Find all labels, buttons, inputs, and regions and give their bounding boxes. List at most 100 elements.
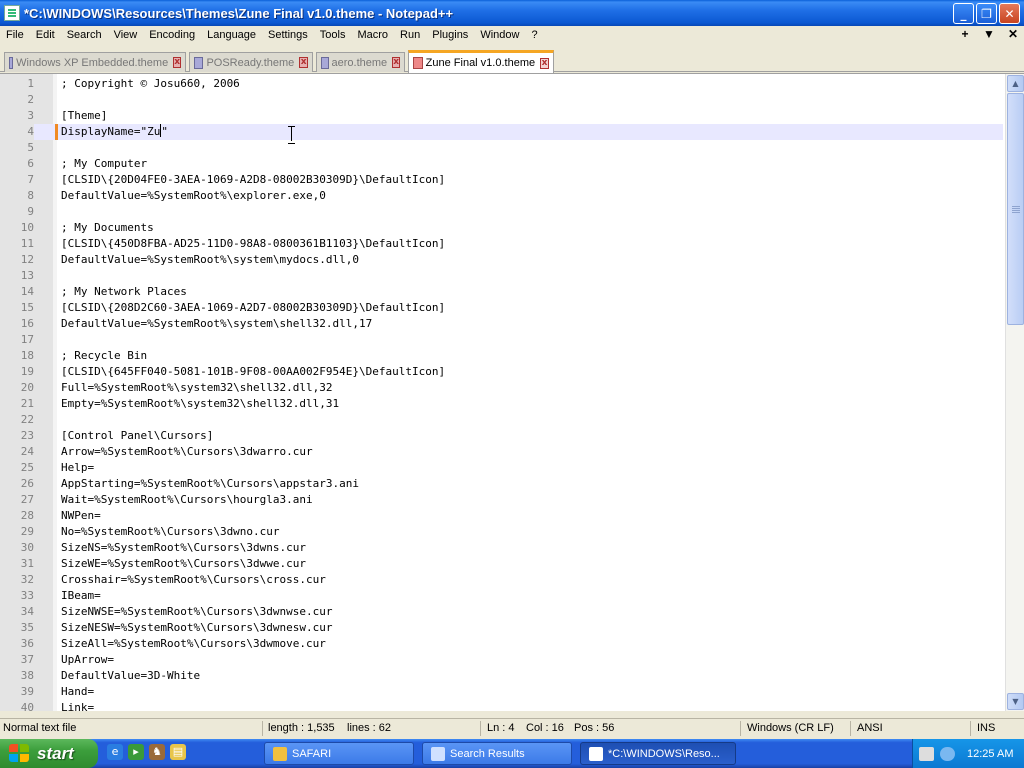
editor-line[interactable]: 27 Wait=%SystemRoot%\Cursors\hourgla3.ani	[0, 492, 1003, 508]
clock[interactable]: 12:25 AM	[967, 748, 1013, 760]
editor-line[interactable]: 21 Empty=%SystemRoot%\system32\shell32.dl…	[0, 396, 1003, 412]
taskbar-button-safari[interactable]: SAFARI	[264, 742, 414, 765]
menu-settings[interactable]: Settings	[262, 29, 314, 41]
tab-list-button[interactable]: ▼	[982, 27, 996, 41]
notepadpp-icon[interactable]	[4, 5, 20, 21]
editor-line[interactable]: 14 ; My Network Places	[0, 284, 1003, 300]
close-doc-button[interactable]: ✕	[1006, 27, 1020, 41]
editor-line[interactable]: 9	[0, 204, 1003, 220]
editor-line[interactable]: 36 SizeAll=%SystemRoot%\Cursors\3dwmove.c…	[0, 636, 1003, 652]
tab-close-icon[interactable]: x	[299, 57, 308, 68]
editor-line[interactable]: 37 UpArrow=	[0, 652, 1003, 668]
editor-line[interactable]: 25 Help=	[0, 460, 1003, 476]
menu-tools[interactable]: Tools	[314, 29, 352, 41]
editor-line[interactable]: 20 Full=%SystemRoot%\system32\shell32.dll…	[0, 380, 1003, 396]
editor-line[interactable]: 28 NWPen=	[0, 508, 1003, 524]
editor-line[interactable]: 38 DefaultValue=3D-White	[0, 668, 1003, 684]
editor-line[interactable]: 7 [CLSID\{20D04FE0-3AEA-1069-A2D8-08002B3…	[0, 172, 1003, 188]
tab-aero[interactable]: aero.theme x	[316, 52, 405, 72]
taskbar-button-search-results[interactable]: Search Results	[422, 742, 572, 765]
line-text: ; My Network Places	[61, 285, 187, 298]
tab-close-icon[interactable]: x	[540, 57, 549, 69]
status-encoding[interactable]: ANSI	[857, 722, 883, 734]
menu-run[interactable]: Run	[394, 29, 426, 41]
start-button[interactable]: start	[0, 739, 98, 768]
editor-line[interactable]: 24 Arrow=%SystemRoot%\Cursors\3dwarro.cur	[0, 444, 1003, 460]
tab-close-icon[interactable]: x	[173, 57, 181, 68]
editor-line[interactable]: 4 DisplayName="Zu"	[0, 124, 1003, 140]
line-number: 18	[20, 349, 34, 362]
editor-line[interactable]: 17	[0, 332, 1003, 348]
editor-line[interactable]: 13	[0, 268, 1003, 284]
vertical-scrollbar[interactable]: ▲ ▼	[1005, 74, 1024, 711]
scroll-thumb[interactable]	[1007, 93, 1024, 325]
editor-line[interactable]: 26 AppStarting=%SystemRoot%\Cursors\appst…	[0, 476, 1003, 492]
menu-file[interactable]: File	[0, 29, 30, 41]
volume-icon[interactable]	[940, 746, 955, 761]
menu-view[interactable]: View	[108, 29, 144, 41]
editor-line[interactable]: 23 [Control Panel\Cursors]	[0, 428, 1003, 444]
editor-line[interactable]: 40 Link=	[0, 700, 1003, 711]
menu-encoding[interactable]: Encoding	[143, 29, 201, 41]
media-player-icon[interactable]: ▸	[128, 744, 144, 760]
editor-line[interactable]: 18 ; Recycle Bin	[0, 348, 1003, 364]
menu-plugins[interactable]: Plugins	[426, 29, 474, 41]
menu-language[interactable]: Language	[201, 29, 262, 41]
editor-line[interactable]: 33 IBeam=	[0, 588, 1003, 604]
tab-zune-final[interactable]: Zune Final v1.0.theme x	[408, 50, 554, 73]
new-tab-button[interactable]: +	[958, 27, 972, 41]
status-pos: Pos : 56	[574, 722, 615, 734]
editor-line[interactable]: 3 [Theme]	[0, 108, 1003, 124]
editor-line[interactable]: 31 SizeWE=%SystemRoot%\Cursors\3dwwe.cur	[0, 556, 1003, 572]
minimize-button[interactable]: _	[953, 3, 974, 24]
taskbar-button-notepadpp[interactable]: *C:\WINDOWS\Reso...	[580, 742, 736, 765]
line-number: 6	[27, 157, 34, 170]
editor[interactable]: 1; Copyright © Josu660, 2006 2 3 [Theme] 4 Di…	[0, 73, 1024, 711]
editor-line[interactable]: 29 No=%SystemRoot%\Cursors\3dwno.cur	[0, 524, 1003, 540]
title-bar[interactable]: *C:\WINDOWS\Resources\Themes\Zune Final …	[0, 0, 1024, 26]
internet-explorer-icon[interactable]: e	[107, 744, 123, 760]
menu-edit[interactable]: Edit	[30, 29, 61, 41]
menu-search[interactable]: Search	[61, 29, 108, 41]
editor-line[interactable]: 6 ; My Computer	[0, 156, 1003, 172]
tab-windows-xp-embedded[interactable]: Windows XP Embedded.theme x	[4, 52, 186, 72]
doc-controls: + ▼ ✕	[958, 27, 1020, 41]
folder-icon	[273, 746, 287, 761]
editor-line[interactable]: 10 ; My Documents	[0, 220, 1003, 236]
editor-line[interactable]: 30 SizeNS=%SystemRoot%\Cursors\3dwns.cur	[0, 540, 1003, 556]
tab-label: Windows XP Embedded.theme	[16, 56, 169, 69]
editor-line[interactable]: 39 Hand=	[0, 684, 1003, 700]
editor-line[interactable]: 19 [CLSID\{645FF040-5081-101B-9F08-00AA00…	[0, 364, 1003, 380]
editor-line[interactable]: 11 [CLSID\{450D8FBA-AD25-11D0-98A8-080036…	[0, 236, 1003, 252]
editor-line[interactable]: 8 DefaultValue=%SystemRoot%\explorer.exe,…	[0, 188, 1003, 204]
show-desktop-icon[interactable]: ▤	[170, 744, 186, 760]
taskbar-button-label: Search Results	[450, 747, 525, 760]
editor-line[interactable]: 2	[0, 92, 1003, 108]
editor-line[interactable]: 1 ; Copyright © Josu660, 2006	[0, 76, 1003, 92]
scroll-up-button[interactable]: ▲	[1007, 75, 1024, 92]
editor-line[interactable]: 16 DefaultValue=%SystemRoot%\system\shell…	[0, 316, 1003, 332]
keyboard-icon[interactable]	[919, 746, 934, 761]
game-icon[interactable]: ♞	[149, 744, 165, 760]
editor-line[interactable]: 22	[0, 412, 1003, 428]
status-eol[interactable]: Windows (CR LF)	[747, 722, 834, 734]
editor-line[interactable]: 34 SizeNWSE=%SystemRoot%\Cursors\3dwnwse.…	[0, 604, 1003, 620]
editor-line[interactable]: 15 [CLSID\{208D2C60-3AEA-1069-A2D7-08002B…	[0, 300, 1003, 316]
text-area[interactable]: 1; Copyright © Josu660, 2006 2 3 [Theme] 4 Di…	[0, 76, 1003, 711]
line-number: 26	[20, 477, 34, 490]
tab-label: POSReady.theme	[206, 56, 295, 69]
status-insert-mode[interactable]: INS	[977, 722, 995, 734]
scroll-down-button[interactable]: ▼	[1007, 693, 1024, 710]
editor-line[interactable]: 35 SizeNESW=%SystemRoot%\Cursors\3dwnesw.…	[0, 620, 1003, 636]
menu-help[interactable]: ?	[525, 29, 543, 41]
editor-line[interactable]: 5	[0, 140, 1003, 156]
editor-line[interactable]: 12 DefaultValue=%SystemRoot%\system\mydoc…	[0, 252, 1003, 268]
line-number: 3	[27, 109, 34, 122]
maximize-button[interactable]: ❐	[976, 3, 997, 24]
close-button[interactable]: ✕	[999, 3, 1020, 24]
menu-macro[interactable]: Macro	[351, 29, 394, 41]
editor-line[interactable]: 32 Crosshair=%SystemRoot%\Cursors\cross.c…	[0, 572, 1003, 588]
tab-close-icon[interactable]: x	[392, 57, 400, 68]
menu-window[interactable]: Window	[474, 29, 525, 41]
tab-posready[interactable]: POSReady.theme x	[189, 52, 313, 72]
